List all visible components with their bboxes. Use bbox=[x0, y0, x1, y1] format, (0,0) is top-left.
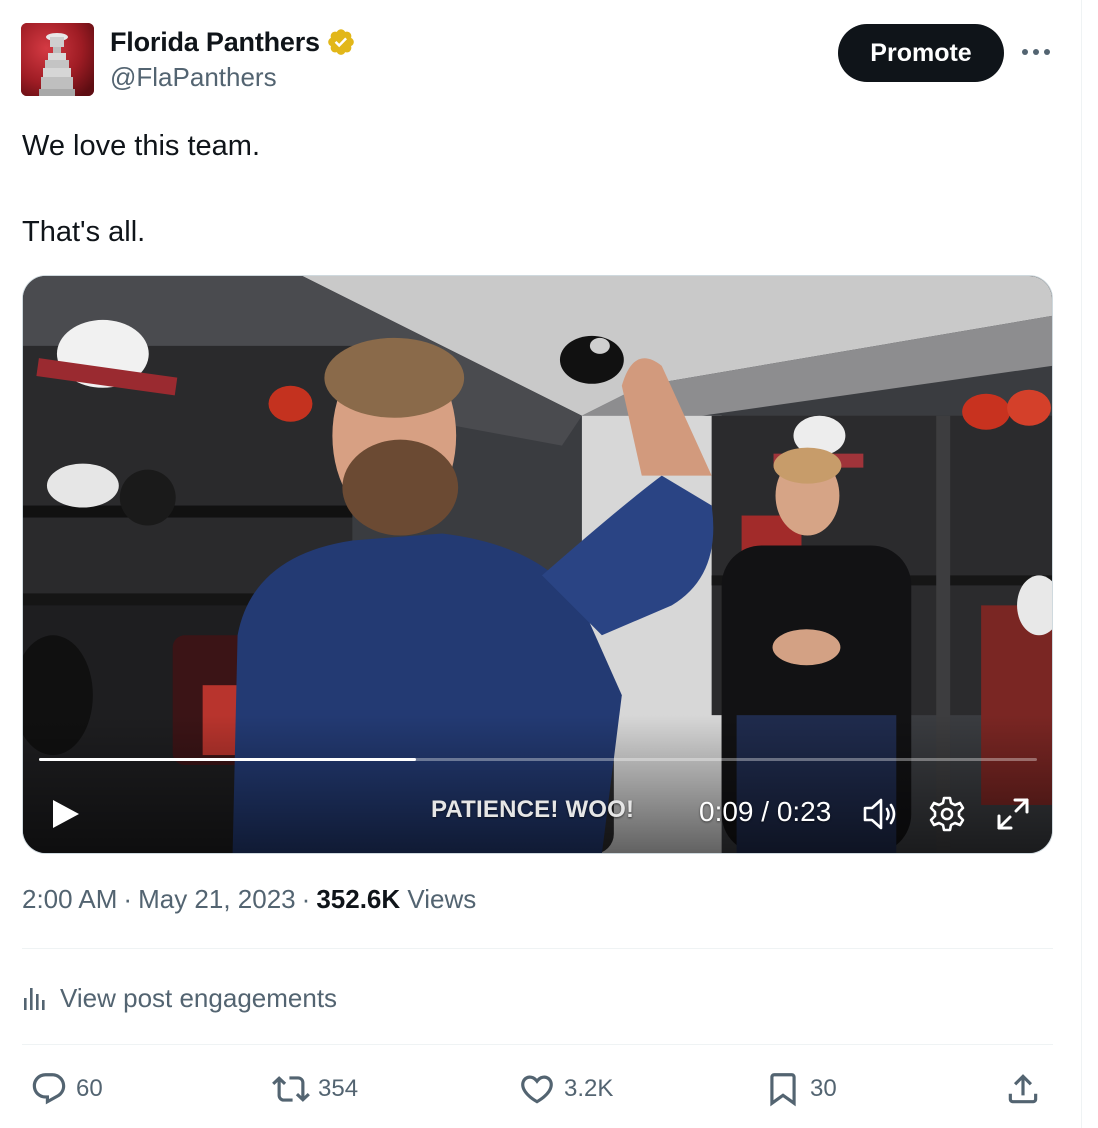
promote-button[interactable]: Promote bbox=[838, 24, 1004, 82]
tweet-date[interactable]: May 21, 2023 bbox=[138, 884, 296, 914]
avatar[interactable] bbox=[21, 23, 94, 96]
video-caption: PATIENCE! WOO! bbox=[431, 796, 635, 823]
views-count: 352.6K bbox=[316, 884, 401, 914]
reply-icon bbox=[32, 1073, 66, 1105]
reply-count: 60 bbox=[76, 1075, 103, 1102]
tweet-time[interactable]: 2:00 AM bbox=[22, 884, 117, 914]
like-count: 3.2K bbox=[564, 1075, 614, 1102]
verified-badge-icon[interactable] bbox=[326, 27, 356, 57]
divider bbox=[22, 1044, 1053, 1045]
tweet-line: We love this team. bbox=[22, 130, 261, 162]
volume-icon[interactable] bbox=[861, 796, 901, 832]
view-engagements-label[interactable]: View post engagements bbox=[60, 983, 337, 1014]
view-engagements-link[interactable]: View post engagements bbox=[22, 978, 337, 1018]
tweet-text: We love this team. That's all. bbox=[22, 125, 1052, 254]
gear-icon[interactable] bbox=[927, 794, 967, 834]
fullscreen-icon[interactable] bbox=[993, 794, 1033, 834]
share-icon bbox=[1008, 1074, 1038, 1104]
divider bbox=[22, 948, 1053, 949]
repost-button[interactable]: 354 bbox=[272, 1068, 358, 1110]
bookmark-icon bbox=[770, 1073, 796, 1107]
video-progress-bar[interactable] bbox=[39, 758, 1037, 761]
share-button[interactable] bbox=[1004, 1068, 1042, 1110]
bookmark-button[interactable]: 30 bbox=[764, 1068, 837, 1110]
video-frame bbox=[23, 276, 1052, 853]
like-button[interactable]: 3.2K bbox=[518, 1068, 613, 1110]
repost-count: 354 bbox=[318, 1075, 359, 1102]
video-time: 0:09 / 0:23 bbox=[699, 796, 832, 827]
video-player[interactable]: PATIENCE! WOO! 0:09 / 0:23 bbox=[22, 275, 1053, 854]
reply-button[interactable]: 60 bbox=[30, 1068, 103, 1110]
tweet-meta: 2:00 AM · May 21, 2023 · 352.6K Views bbox=[22, 884, 477, 914]
more-horizontal-icon[interactable] bbox=[1016, 36, 1056, 68]
tweet-line: That's all. bbox=[22, 216, 146, 248]
author-name-row[interactable]: Florida Panthers bbox=[110, 26, 356, 58]
bookmark-count: 30 bbox=[810, 1075, 837, 1102]
display-name[interactable]: Florida Panthers bbox=[110, 27, 320, 58]
views-label: Views bbox=[407, 884, 477, 914]
stanley-cup-image bbox=[21, 23, 94, 96]
bar-chart-icon bbox=[24, 988, 45, 1010]
author-handle[interactable]: @FlaPanthers bbox=[110, 62, 277, 93]
column-border bbox=[1081, 0, 1082, 1128]
heart-icon bbox=[521, 1075, 553, 1104]
video-progress-fill bbox=[39, 758, 417, 761]
repost-icon bbox=[272, 1076, 310, 1102]
play-icon[interactable] bbox=[45, 794, 85, 834]
